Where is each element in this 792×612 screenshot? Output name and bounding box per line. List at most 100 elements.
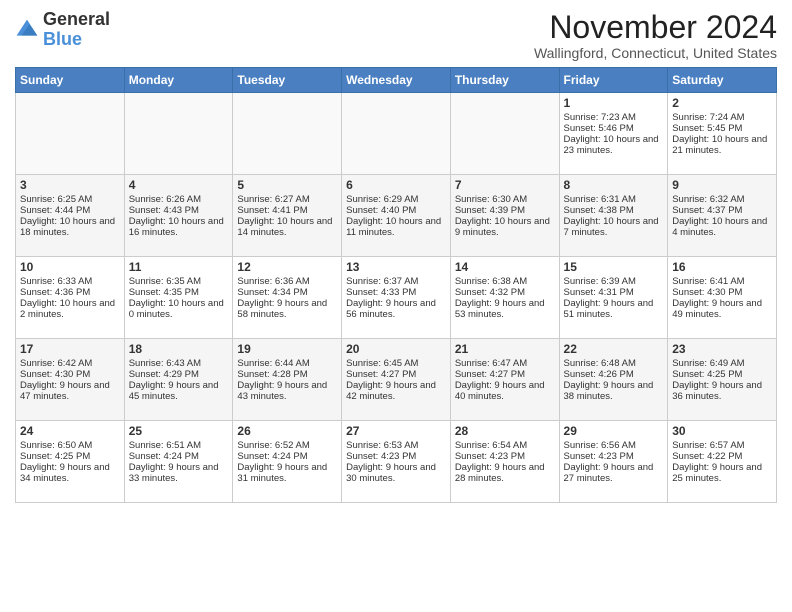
table-row: 7Sunrise: 6:30 AMSunset: 4:39 PMDaylight… (450, 175, 559, 257)
day-number: 24 (20, 424, 120, 438)
sunset-text: Sunset: 4:28 PM (237, 369, 307, 380)
daylight-text: Daylight: 10 hours and 9 minutes. (455, 216, 550, 238)
daylight-text: Daylight: 10 hours and 21 minutes. (672, 134, 767, 156)
calendar-week-1: 1Sunrise: 7:23 AMSunset: 5:46 PMDaylight… (16, 93, 777, 175)
sunset-text: Sunset: 4:36 PM (20, 287, 90, 298)
table-row: 22Sunrise: 6:48 AMSunset: 4:26 PMDayligh… (559, 339, 668, 421)
day-number: 25 (129, 424, 229, 438)
daylight-text: Daylight: 10 hours and 11 minutes. (346, 216, 441, 238)
sunrise-text: Sunrise: 6:26 AM (129, 194, 201, 205)
table-row: 17 Sunrise: 6:42 AMSunset: 4:30 PMDayligh… (16, 339, 125, 421)
header-friday: Friday (559, 68, 668, 93)
sunrise-text: Sunrise: 6:51 AM (129, 440, 201, 451)
sunset-text: Sunset: 4:27 PM (455, 369, 525, 380)
sunrise-text: Sunrise: 6:33 AM (20, 276, 92, 287)
sunrise-text: Sunrise: 6:57 AM (672, 440, 744, 451)
table-row: 4Sunrise: 6:26 AMSunset: 4:43 PMDaylight… (124, 175, 233, 257)
table-row: 6Sunrise: 6:29 AMSunset: 4:40 PMDaylight… (342, 175, 451, 257)
sunrise-text: Sunrise: 6:25 AM (20, 194, 92, 205)
sunrise-text: Sunrise: 6:35 AM (129, 276, 201, 287)
logo-general-text: General (43, 9, 110, 29)
daylight-text: Daylight: 9 hours and 33 minutes. (129, 462, 219, 484)
table-row: 20Sunrise: 6:45 AMSunset: 4:27 PMDayligh… (342, 339, 451, 421)
sunset-text: Sunset: 4:25 PM (20, 451, 90, 462)
logo-blue-text: Blue (43, 29, 82, 49)
header-saturday: Saturday (668, 68, 777, 93)
table-row: 14Sunrise: 6:38 AMSunset: 4:32 PMDayligh… (450, 257, 559, 339)
table-row: 24Sunrise: 6:50 AMSunset: 4:25 PMDayligh… (16, 421, 125, 503)
table-row: 19Sunrise: 6:44 AMSunset: 4:28 PMDayligh… (233, 339, 342, 421)
day-number: 14 (455, 260, 555, 274)
table-row: 25Sunrise: 6:51 AMSunset: 4:24 PMDayligh… (124, 421, 233, 503)
calendar-week-2: 3Sunrise: 6:25 AMSunset: 4:44 PMDaylight… (16, 175, 777, 257)
daylight-text: Daylight: 9 hours and 42 minutes. (346, 380, 436, 402)
table-row: 9Sunrise: 6:32 AMSunset: 4:37 PMDaylight… (668, 175, 777, 257)
sunset-text: Sunset: 5:46 PM (564, 123, 634, 134)
table-row: 11Sunrise: 6:35 AMSunset: 4:35 PMDayligh… (124, 257, 233, 339)
daylight-text: Daylight: 10 hours and 14 minutes. (237, 216, 332, 238)
title-block: November 2024 Wallingford, Connecticut, … (534, 10, 777, 61)
day-number: 17 (20, 342, 120, 356)
sunrise-text: Sunrise: 6:49 AM (672, 358, 744, 369)
day-number: 5 (237, 178, 337, 192)
day-number: 15 (564, 260, 664, 274)
sunrise-text: Sunrise: 6:48 AM (564, 358, 636, 369)
sunrise-text: Sunrise: 6:41 AM (672, 276, 744, 287)
sunrise-text: Sunrise: 6:32 AM (672, 194, 744, 205)
daylight-text: Daylight: 9 hours and 51 minutes. (564, 298, 654, 320)
daylight-text: Daylight: 9 hours and 38 minutes. (564, 380, 654, 402)
daylight-text: Daylight: 9 hours and 27 minutes. (564, 462, 654, 484)
logo: General Blue (15, 10, 110, 50)
table-row (16, 93, 125, 175)
sunset-text: Sunset: 4:27 PM (346, 369, 416, 380)
sunset-text: Sunset: 4:33 PM (346, 287, 416, 298)
sunrise-text: Sunrise: 6:43 AM (129, 358, 201, 369)
day-number: 1 (564, 96, 664, 110)
table-row: 12Sunrise: 6:36 AMSunset: 4:34 PMDayligh… (233, 257, 342, 339)
daylight-text: Daylight: 9 hours and 47 minutes. (20, 380, 110, 402)
daylight-text: Daylight: 10 hours and 7 minutes. (564, 216, 659, 238)
daylight-text: Daylight: 10 hours and 4 minutes. (672, 216, 767, 238)
daylight-text: Daylight: 9 hours and 30 minutes. (346, 462, 436, 484)
day-number: 30 (672, 424, 772, 438)
table-row (233, 93, 342, 175)
sunrise-text: Sunrise: 6:42 AM (20, 358, 92, 369)
daylight-text: Daylight: 9 hours and 40 minutes. (455, 380, 545, 402)
calendar-week-5: 24Sunrise: 6:50 AMSunset: 4:25 PMDayligh… (16, 421, 777, 503)
sunrise-text: Sunrise: 6:39 AM (564, 276, 636, 287)
header-thursday: Thursday (450, 68, 559, 93)
sunset-text: Sunset: 4:31 PM (564, 287, 634, 298)
sunrise-text: Sunrise: 6:54 AM (455, 440, 527, 451)
sunset-text: Sunset: 4:30 PM (672, 287, 742, 298)
sunset-text: Sunset: 4:23 PM (346, 451, 416, 462)
day-number: 22 (564, 342, 664, 356)
sunset-text: Sunset: 4:39 PM (455, 205, 525, 216)
sunrise-text: Sunrise: 6:56 AM (564, 440, 636, 451)
header-tuesday: Tuesday (233, 68, 342, 93)
sunset-text: Sunset: 4:38 PM (564, 205, 634, 216)
day-number: 10 (20, 260, 120, 274)
header-wednesday: Wednesday (342, 68, 451, 93)
table-row: 1Sunrise: 7:23 AMSunset: 5:46 PMDaylight… (559, 93, 668, 175)
daylight-text: Daylight: 10 hours and 23 minutes. (564, 134, 659, 156)
day-number: 11 (129, 260, 229, 274)
day-number: 13 (346, 260, 446, 274)
daylight-text: Daylight: 9 hours and 43 minutes. (237, 380, 327, 402)
table-row: 23Sunrise: 6:49 AMSunset: 4:25 PMDayligh… (668, 339, 777, 421)
calendar-table: Sunday Monday Tuesday Wednesday Thursday… (15, 67, 777, 503)
sunset-text: Sunset: 4:23 PM (455, 451, 525, 462)
table-row: 28Sunrise: 6:54 AMSunset: 4:23 PMDayligh… (450, 421, 559, 503)
sunset-text: Sunset: 4:37 PM (672, 205, 742, 216)
daylight-text: Daylight: 9 hours and 58 minutes. (237, 298, 327, 320)
sunset-text: Sunset: 5:45 PM (672, 123, 742, 134)
sunrise-text: Sunrise: 6:53 AM (346, 440, 418, 451)
month-title: November 2024 (534, 10, 777, 45)
table-row: 8Sunrise: 6:31 AMSunset: 4:38 PMDaylight… (559, 175, 668, 257)
table-row: 16Sunrise: 6:41 AMSunset: 4:30 PMDayligh… (668, 257, 777, 339)
day-number: 18 (129, 342, 229, 356)
sunset-text: Sunset: 4:30 PM (20, 369, 90, 380)
sunset-text: Sunset: 4:22 PM (672, 451, 742, 462)
sunrise-text: Sunrise: 6:38 AM (455, 276, 527, 287)
sunrise-text: Sunrise: 6:52 AM (237, 440, 309, 451)
sunset-text: Sunset: 4:35 PM (129, 287, 199, 298)
